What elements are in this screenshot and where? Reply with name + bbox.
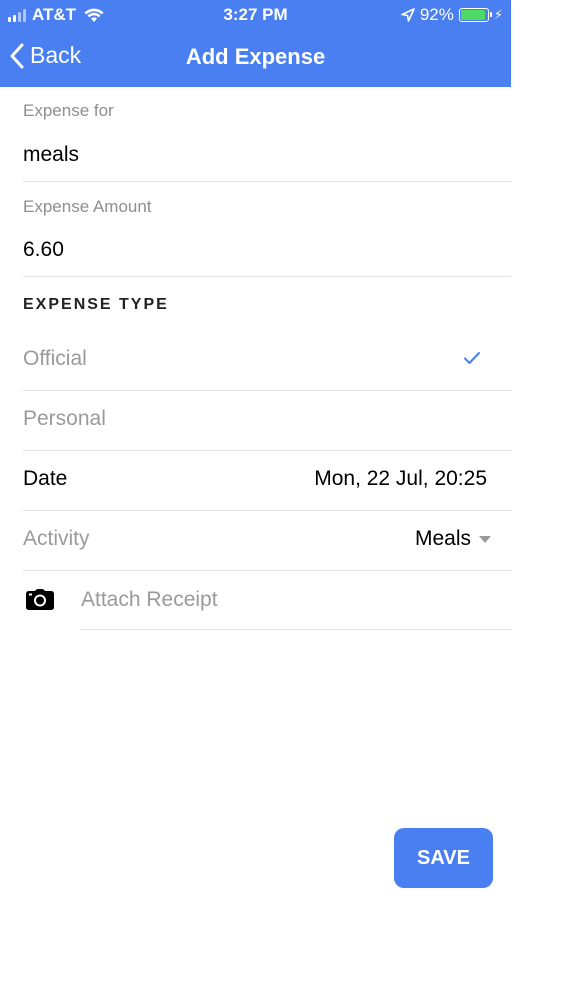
battery-percent: 92% [419, 5, 454, 24]
activity-value: Meals [414, 527, 471, 550]
date-row[interactable]: Date Mon, 22 Jul, 20:25 [0, 451, 511, 510]
option-label: Official [23, 347, 87, 370]
battery-fill [460, 10, 485, 20]
activity-select[interactable]: Meals [415, 527, 491, 551]
page-title: Add Expense [185, 44, 326, 69]
divider [23, 276, 511, 277]
expense-type-header: EXPENSE TYPE [23, 296, 169, 313]
expense-amount-input[interactable]: 6.60 [23, 238, 64, 262]
activity-row[interactable]: Activity Meals [0, 511, 511, 570]
battery-icon [458, 8, 492, 22]
save-button[interactable]: SAVE [394, 828, 493, 888]
activity-label: Activity [23, 527, 90, 550]
divider [81, 629, 511, 630]
expense-amount-label: Expense Amount [23, 197, 152, 216]
charging-bolt-icon: ⚡ [493, 7, 503, 22]
attach-receipt-row[interactable]: Attach Receipt [0, 570, 511, 630]
expense-type-option-personal[interactable]: Personal [0, 391, 511, 450]
navigation-bar: Back Add Expense [0, 30, 511, 87]
status-bar: AT&T 3:27 PM 92% ⚡ [0, 0, 511, 30]
divider [23, 181, 511, 182]
expense-for-label: Expense for [23, 101, 114, 120]
checkmark-icon [464, 352, 480, 364]
location-arrow-icon [401, 8, 415, 22]
header: AT&T 3:27 PM 92% ⚡ Back Add Expense [0, 0, 511, 87]
status-right: 92% ⚡ [401, 5, 503, 25]
date-value[interactable]: Mon, 22 Jul, 20:25 [314, 467, 487, 491]
attach-receipt-label: Attach Receipt [81, 588, 218, 611]
dropdown-caret-icon [479, 535, 491, 543]
expense-type-option-official[interactable]: Official [0, 331, 511, 390]
expense-for-input[interactable]: meals [23, 143, 79, 167]
add-expense-screen: AT&T 3:27 PM 92% ⚡ Back Add Expense Expe… [0, 0, 511, 1000]
option-label: Personal [23, 407, 106, 430]
date-label: Date [23, 467, 68, 490]
camera-icon [26, 589, 54, 610]
